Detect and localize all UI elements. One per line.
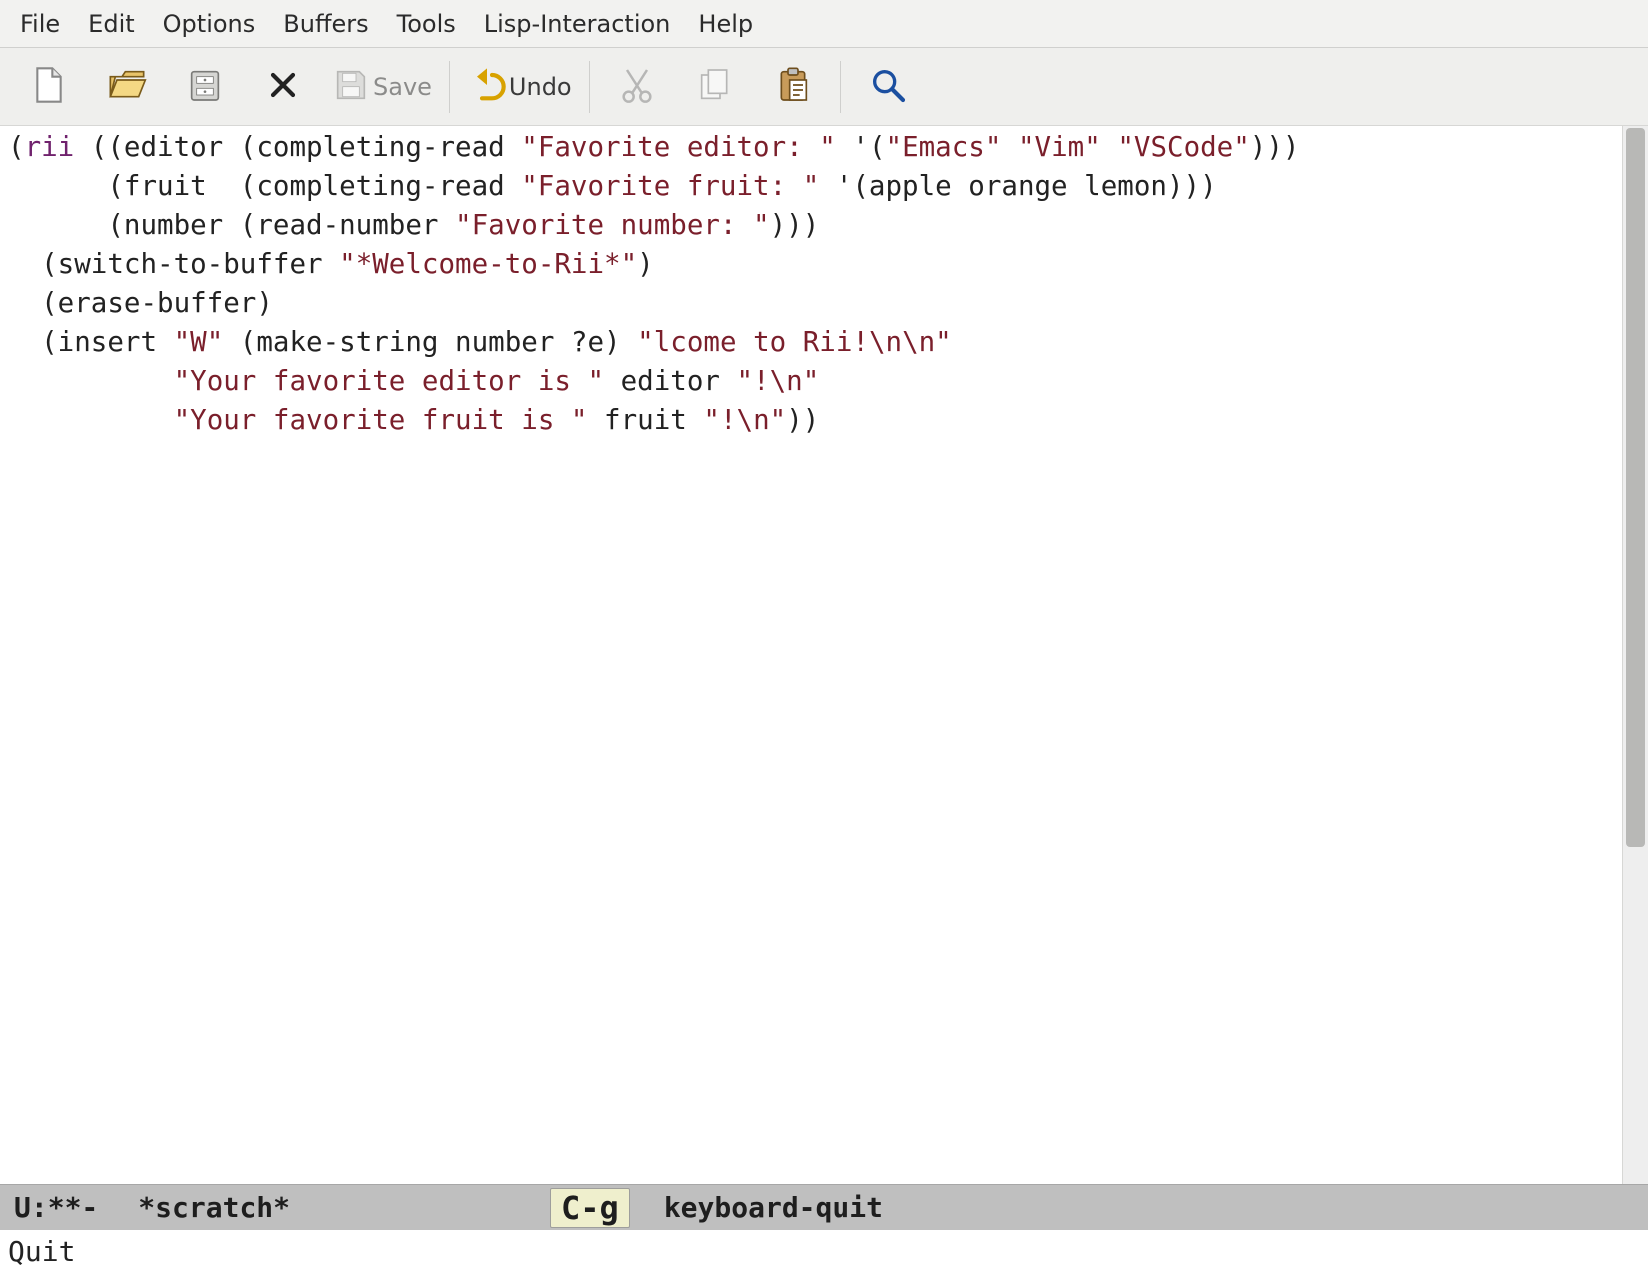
menu-options[interactable]: Options [149,4,270,44]
minibuffer[interactable]: Quit [0,1230,1648,1272]
copy-icon [695,65,735,109]
undo-label: Undo [509,73,572,101]
cut-button[interactable] [598,52,676,122]
directory-icon [185,65,225,109]
scrollbar-thumb[interactable] [1626,128,1645,847]
menu-bar: File Edit Options Buffers Tools Lisp-Int… [0,0,1648,48]
modeline-status: U:**- [14,1191,98,1224]
copy-button[interactable] [676,52,754,122]
open-folder-icon [107,65,147,109]
editor-area[interactable]: (rii ((editor (completing-read "Favorite… [0,126,1648,1184]
toolbar-separator [449,61,450,113]
search-icon [868,65,908,109]
new-file-icon [29,65,69,109]
close-icon [263,65,303,109]
toolbar-separator [840,61,841,113]
toolbar-separator [589,61,590,113]
menu-lisp-interaction[interactable]: Lisp-Interaction [470,4,685,44]
open-file-button[interactable] [88,52,166,122]
cut-icon [617,65,657,109]
menu-buffers[interactable]: Buffers [269,4,382,44]
menu-file[interactable]: File [6,4,74,44]
search-button[interactable] [849,52,927,122]
mode-line[interactable]: U:**- *scratch* C-g keyboard-quit [0,1184,1648,1230]
save-icon [331,65,371,109]
modeline-command: keyboard-quit [664,1191,883,1224]
minibuffer-text: Quit [8,1235,75,1268]
save-button[interactable]: Save [322,52,441,122]
menu-edit[interactable]: Edit [74,4,148,44]
toolbar: Save Undo [0,48,1648,126]
paste-button[interactable] [754,52,832,122]
undo-icon [467,65,507,109]
menu-tools[interactable]: Tools [383,4,470,44]
save-label: Save [373,73,432,101]
undo-button[interactable]: Undo [458,52,581,122]
vertical-scrollbar[interactable] [1622,126,1648,1184]
modeline-key-hint: C-g [550,1188,630,1228]
editor-content[interactable]: (rii ((editor (completing-read "Favorite… [0,126,1648,442]
menu-help[interactable]: Help [684,4,767,44]
directory-button[interactable] [166,52,244,122]
paste-icon [773,65,813,109]
new-file-button[interactable] [10,52,88,122]
close-button[interactable] [244,52,322,122]
modeline-buffer-name: *scratch* [138,1191,290,1224]
